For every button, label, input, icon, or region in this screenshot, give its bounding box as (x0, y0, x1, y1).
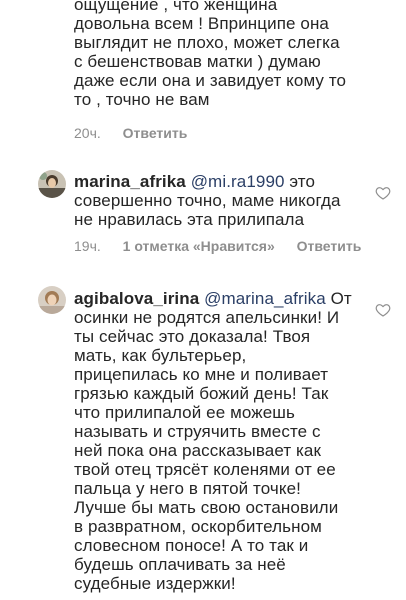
comment-line: выглядит не плохо, может слегка (74, 33, 340, 52)
comment-line: пальца у него в пятой точке! (74, 479, 301, 498)
comment-line: называть и струячить вместе с (74, 422, 321, 441)
comment-line: это (284, 172, 316, 191)
comment-time: 19ч. (74, 238, 101, 254)
comment-line: ней пока она рассказывает как (74, 441, 322, 460)
comment-line: ты сейчас это доказала! Твоя (74, 327, 311, 346)
comment-time: 20ч. (74, 125, 101, 141)
comment-line: осинки не родятся апельсинки! И (74, 308, 340, 327)
comment-meta: 20ч. Ответить (74, 125, 205, 141)
comment-meta: 19ч. 1 отметка «Нравится» Ответить (74, 238, 379, 254)
comment-line: твой отец трясёт коленями от ее (74, 460, 336, 479)
comment-line: От (325, 289, 352, 308)
comment-line: грязью каждый божий день! Так (74, 384, 329, 403)
comment-line: не нравилась эта прилипала (74, 210, 305, 229)
comment-line: будешь оплачивать за неё (74, 555, 286, 574)
reply-button[interactable]: Ответить (123, 125, 188, 141)
comment-text: agibalova_irina @marina_afrika От осинки… (74, 289, 352, 593)
comment-line: прицепилась ко мне и поливает (74, 365, 329, 384)
comment-line: словесном поносе! А то так и (74, 536, 309, 555)
username-link[interactable]: agibalova_irina (74, 289, 199, 308)
avatar-image (38, 286, 66, 314)
avatar[interactable] (38, 286, 66, 314)
comment-line: довольна всем ! Впринципе она (74, 14, 329, 33)
comment-line: с бешенствовав матки ) думаю (74, 52, 321, 71)
comment-line: ощущение , что женщина (74, 0, 278, 14)
comment-line: Лучше бы мать свою остановили (74, 498, 339, 517)
mention-link[interactable]: @marina_afrika (204, 289, 326, 308)
comment-line: судебные издержки! (74, 574, 236, 593)
likes-count[interactable]: 1 отметка «Нравится» (123, 238, 275, 254)
comment-line: даже если она и завидует кому то (74, 71, 347, 90)
comment-line: в развратном, оскорбительном (74, 517, 322, 536)
heart-icon[interactable] (375, 302, 391, 318)
comment-line: то , точно не вам (74, 90, 210, 109)
comment-line: мать, как бультерьер, (74, 346, 247, 365)
comment-line: что прилипалой ее можешь (74, 403, 295, 422)
comment-line: совершенно точно, маме никогда (74, 191, 341, 210)
mention-link[interactable]: @mi.ra1990 (191, 172, 285, 191)
comment-text: marina_afrika @mi.ra1990 это совершенно … (74, 172, 341, 229)
reply-button[interactable]: Ответить (297, 238, 362, 254)
heart-icon[interactable] (375, 185, 391, 201)
avatar-image (38, 170, 66, 198)
avatar[interactable] (38, 170, 66, 198)
username-link[interactable]: marina_afrika (74, 172, 186, 191)
comment-text: ощущение , что женщина довольна всем ! В… (74, 0, 346, 109)
